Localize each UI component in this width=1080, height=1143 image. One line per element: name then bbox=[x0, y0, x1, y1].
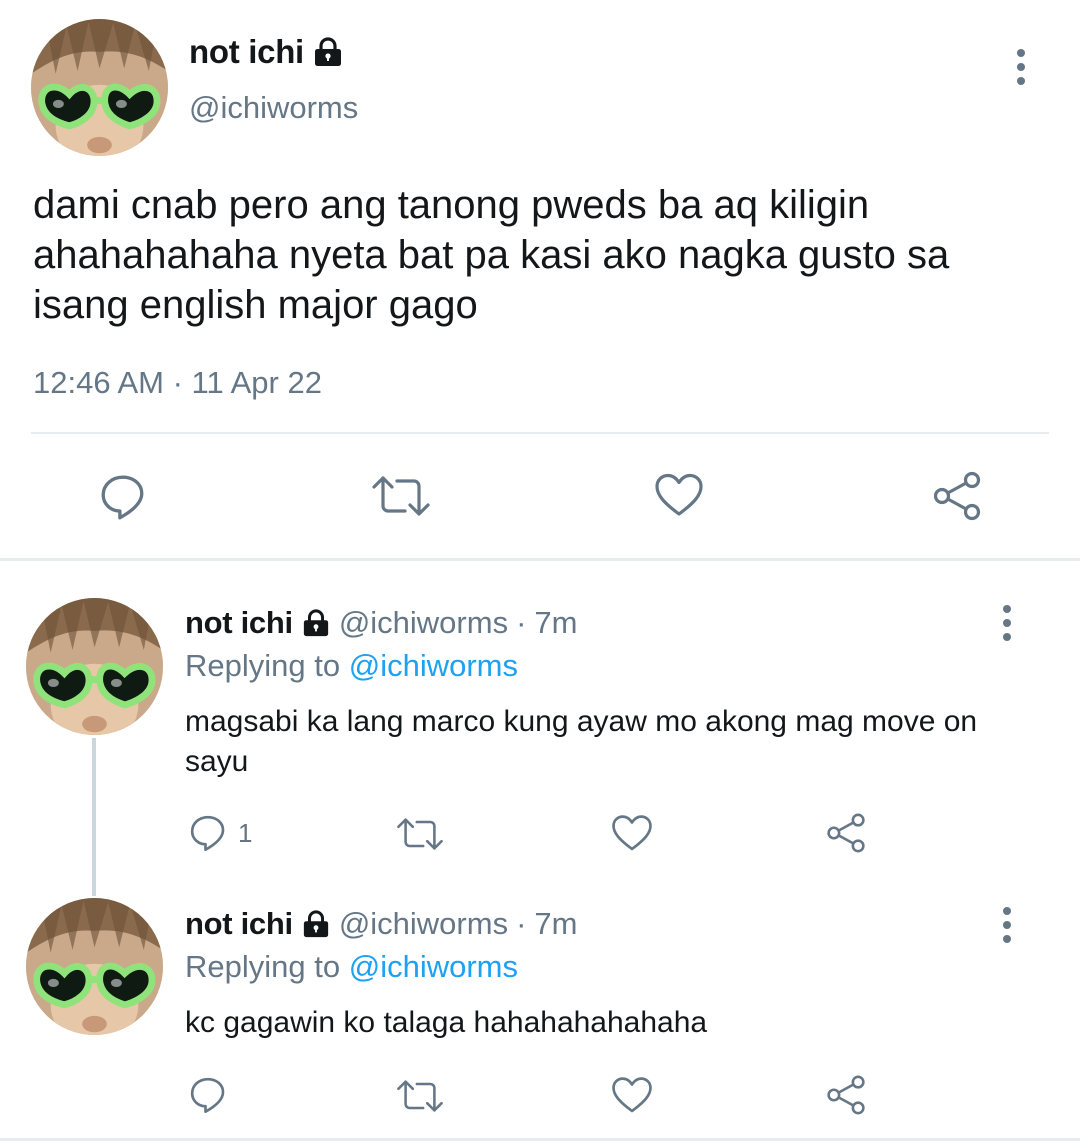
reply-time[interactable]: 7m bbox=[534, 906, 577, 942]
heart-icon bbox=[611, 1075, 653, 1115]
tweet-text: dami cnab pero ang tanong pweds ba aq ki… bbox=[33, 183, 950, 327]
avatar[interactable] bbox=[26, 598, 163, 735]
more-options-icon[interactable] bbox=[1003, 605, 1011, 641]
share-icon bbox=[931, 470, 983, 522]
reply-button[interactable] bbox=[98, 472, 148, 522]
display-name[interactable]: not ichi bbox=[185, 906, 293, 942]
share-button[interactable] bbox=[825, 812, 867, 854]
divider bbox=[0, 1138, 1080, 1141]
retweet-button[interactable] bbox=[371, 474, 431, 518]
divider bbox=[31, 432, 1049, 434]
tweet-thread-page: not ichi @ichiworms dami cnab pero ang t… bbox=[0, 0, 1080, 1143]
avatar-image bbox=[26, 898, 163, 1035]
display-name-text: not ichi bbox=[189, 33, 304, 70]
heart-icon bbox=[611, 813, 653, 853]
reply-icon bbox=[98, 472, 148, 522]
retweet-button[interactable] bbox=[396, 1078, 444, 1114]
retweet-icon bbox=[396, 1078, 444, 1114]
section-divider bbox=[0, 558, 1080, 561]
share-button[interactable] bbox=[825, 1074, 867, 1116]
reply-text: magsabi ka lang marco kung ayaw mo akong… bbox=[185, 705, 978, 778]
user-handle[interactable]: @ichiworms bbox=[339, 605, 508, 641]
user-handle[interactable]: @ichiworms bbox=[339, 906, 508, 942]
avatar-image bbox=[26, 598, 163, 735]
share-icon bbox=[825, 1074, 867, 1116]
separator: · bbox=[516, 906, 527, 941]
lock-icon bbox=[301, 910, 331, 938]
share-button[interactable] bbox=[931, 470, 983, 522]
like-button[interactable] bbox=[611, 1075, 653, 1115]
thread-connector bbox=[92, 738, 96, 896]
share-icon bbox=[825, 812, 867, 854]
tweet-timestamp[interactable]: 12:46 AM · 11 Apr 22 bbox=[33, 365, 322, 401]
more-options-icon[interactable] bbox=[1017, 49, 1025, 85]
replying-prefix: Replying to bbox=[185, 949, 341, 984]
reply-count: 1 bbox=[238, 817, 253, 848]
reply-header: not ichi @ichiworms · 7m bbox=[185, 605, 577, 641]
avatar[interactable] bbox=[26, 898, 163, 1035]
lock-icon bbox=[312, 37, 344, 67]
like-button[interactable] bbox=[654, 472, 704, 518]
display-name[interactable]: not ichi bbox=[185, 605, 293, 641]
mention-link[interactable]: @ichiworms bbox=[349, 949, 518, 984]
reply-time[interactable]: 7m bbox=[534, 605, 577, 641]
separator: · bbox=[516, 605, 527, 640]
display-name[interactable]: not ichi bbox=[189, 33, 344, 71]
replying-prefix: Replying to bbox=[185, 648, 341, 683]
avatar-image bbox=[31, 19, 168, 156]
replying-to: Replying to @ichiworms bbox=[185, 949, 518, 985]
reply-icon bbox=[188, 1075, 228, 1115]
replying-to: Replying to @ichiworms bbox=[185, 648, 518, 684]
retweet-button[interactable] bbox=[396, 816, 444, 852]
mention-link[interactable]: @ichiworms bbox=[349, 648, 518, 683]
heart-icon bbox=[654, 472, 704, 518]
user-handle[interactable]: @ichiworms bbox=[189, 90, 358, 126]
reply-button[interactable]: 1 bbox=[188, 813, 252, 853]
lock-icon bbox=[301, 609, 331, 637]
reply-text: kc gagawin ko talaga hahahahahahaha bbox=[185, 1006, 708, 1039]
more-options-icon[interactable] bbox=[1003, 907, 1011, 943]
retweet-icon bbox=[371, 474, 431, 518]
reply-icon bbox=[188, 813, 228, 853]
reply-header: not ichi @ichiworms · 7m bbox=[185, 906, 577, 942]
reply-button[interactable] bbox=[188, 1075, 228, 1115]
like-button[interactable] bbox=[611, 813, 653, 853]
retweet-icon bbox=[396, 816, 444, 852]
avatar[interactable] bbox=[31, 19, 168, 156]
